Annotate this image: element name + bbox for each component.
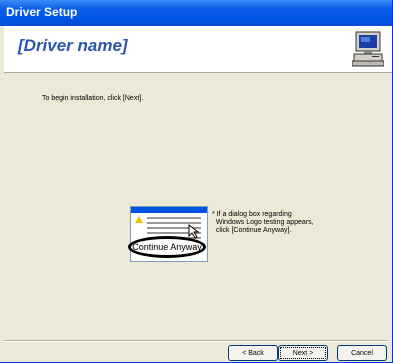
note-line: * If a dialog box regarding — [212, 211, 292, 218]
cancel-button[interactable]: Cancel — [337, 345, 387, 361]
next-button[interactable]: Next > — [278, 345, 328, 361]
continue-anyway-label: Continue Anyway — [132, 242, 202, 252]
warning-icon — [135, 216, 143, 223]
note-line: Windows Logo testing appears, — [212, 219, 314, 226]
intro-text: To begin installation, click [Next]. — [42, 95, 144, 102]
computer-setup-icon — [352, 31, 384, 67]
back-button[interactable]: < Back — [228, 345, 278, 361]
driver-setup-window: Driver Setup [Driver name] To begin inst… — [0, 0, 393, 363]
driver-name-heading: [Driver name] — [18, 36, 128, 55]
footer-divider — [4, 340, 388, 342]
note-line: click [Continue Anyway]. — [212, 227, 292, 234]
title-bar[interactable]: Driver Setup — [0, 0, 392, 26]
window-title: Driver Setup — [6, 5, 78, 19]
header-panel: [Driver name] — [4, 26, 392, 73]
cursor-icon — [188, 224, 200, 239]
thumbnail-titlebar — [131, 207, 207, 213]
windows-logo-note: * If a dialog box regarding Windows Logo… — [212, 211, 352, 235]
